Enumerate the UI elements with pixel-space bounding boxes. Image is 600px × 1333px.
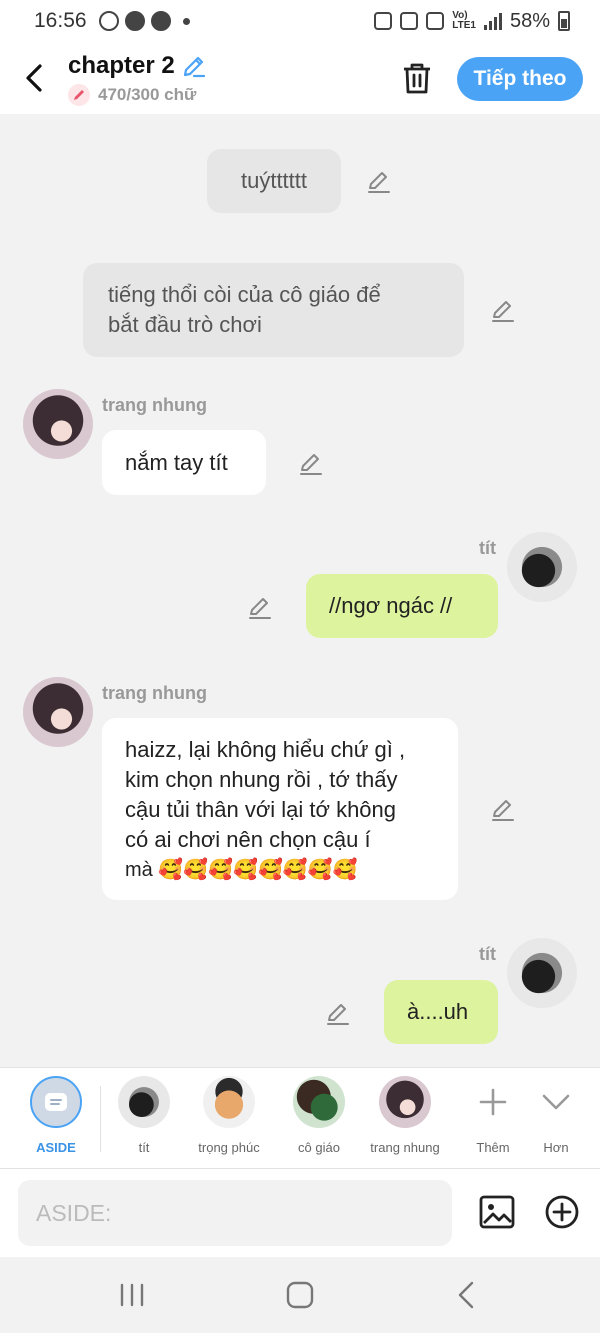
message-line: haizz, lại không hiểu chứ gì , [125,737,406,762]
sender-name: tít [479,538,496,558]
chapter-title: chapter 2 [68,52,175,79]
sender-name: tít [479,944,496,964]
character-label: Hơn [543,1140,569,1155]
collapse-button[interactable]: Hơn [510,1076,600,1155]
chevron-down-icon [542,1094,570,1110]
messenger-icon [150,11,171,31]
character-label: cô giáo [298,1140,340,1155]
message-line: mà 🥰🥰🥰🥰🥰🥰🥰🥰 [125,859,358,881]
edit-message-icon[interactable] [490,297,516,323]
signal-icon [483,12,502,30]
edit-message-icon[interactable] [325,1000,351,1026]
add-circle-icon[interactable] [543,1193,581,1231]
avatar-tit[interactable] [507,532,577,602]
input-bar [0,1169,600,1257]
messenger-icon [124,11,145,31]
message-input[interactable] [18,1180,452,1246]
avatar [118,1076,170,1128]
volte-icon: Vo) LTE1 [452,10,476,31]
message-line: cậu tủi thân với lại tớ không [125,797,397,822]
sender-name: trang nhung [102,395,207,415]
avatar [203,1076,255,1128]
message-bubble[interactable]: à....uh [384,980,498,1044]
app-header: chapter 2 470/300 chữ Tiếp theo [0,42,600,114]
message-text: à....uh [407,999,469,1024]
character-label: Thêm [476,1140,510,1155]
message-text: nắm tay tít [125,449,228,475]
image-icon[interactable] [478,1193,516,1231]
narration-bubble[interactable]: tiếng thổi còi của cô giáo để bắt đầu tr… [83,263,464,357]
message-bubble[interactable]: nắm tay tít [102,430,266,495]
more-notifications-icon [182,17,190,25]
edit-message-icon[interactable] [366,168,392,194]
message-bubble[interactable]: haizz, lại không hiểu chứ gì , kim chọn … [102,718,458,900]
chat-area[interactable]: tuýtttttt tiếng thổi còi của cô giáo để … [0,114,600,1067]
edit-message-icon[interactable] [298,450,324,476]
narration-bubble[interactable]: tuýtttttt [207,149,341,213]
character-trong-phuc[interactable]: trọng phúc [183,1076,275,1155]
alarm-icon [374,12,393,30]
message-line: kim chọn nhung rồi , tớ thấy [125,767,398,792]
message-line: bắt đầu trò chơi [108,312,262,337]
mute-icon [400,12,419,30]
edit-title-icon[interactable] [181,53,207,79]
edit-message-icon[interactable] [490,796,516,822]
edit-message-icon[interactable] [247,594,273,620]
trash-icon[interactable] [400,60,434,96]
battery-percent: 58% [509,9,550,32]
recent-apps-icon[interactable] [114,1279,150,1311]
avatar-trang-nhung[interactable] [23,389,93,459]
back-icon[interactable] [450,1279,486,1311]
back-arrow-icon[interactable] [20,60,50,96]
character-label: trang nhung [370,1140,440,1155]
character-aside[interactable]: ASIDE [10,1076,102,1155]
status-bar: 16:56 Vo) LTE1 58% [0,0,600,42]
pencil-icon [68,84,90,106]
notification-icon [98,11,119,31]
character-label: ASIDE [36,1140,76,1155]
message-line: tiếng thổi còi của cô giáo để [108,282,381,307]
system-nav-bar [0,1257,600,1333]
avatar-tit[interactable] [507,938,577,1008]
character-trang-nhung[interactable]: trang nhung [359,1076,451,1155]
sender-name: trang nhung [102,683,207,703]
character-label: trọng phúc [198,1140,260,1155]
aside-icon [30,1076,82,1128]
word-count: 470/300 chữ [98,85,197,104]
character-co-giao[interactable]: cô giáo [273,1076,365,1155]
home-icon[interactable] [282,1279,318,1311]
avatar [293,1076,345,1128]
avatar-trang-nhung[interactable] [23,677,93,747]
battery-icon [558,11,570,31]
character-label: tít [138,1140,150,1155]
message-bubble[interactable]: //ngơ ngác // [306,574,498,638]
next-button[interactable]: Tiếp theo [457,57,583,101]
message-line: có ai chơi nên chọn cậu í [125,827,371,852]
message-text: tuýtttttt [240,168,308,193]
wifi-icon [426,12,445,30]
character-bar: ASIDE tít trọng phúc cô giáo trang nhung… [0,1067,600,1169]
status-time: 16:56 [34,9,87,32]
avatar [379,1076,431,1128]
character-tit[interactable]: tít [98,1076,190,1155]
message-text: //ngơ ngác // [329,593,453,618]
